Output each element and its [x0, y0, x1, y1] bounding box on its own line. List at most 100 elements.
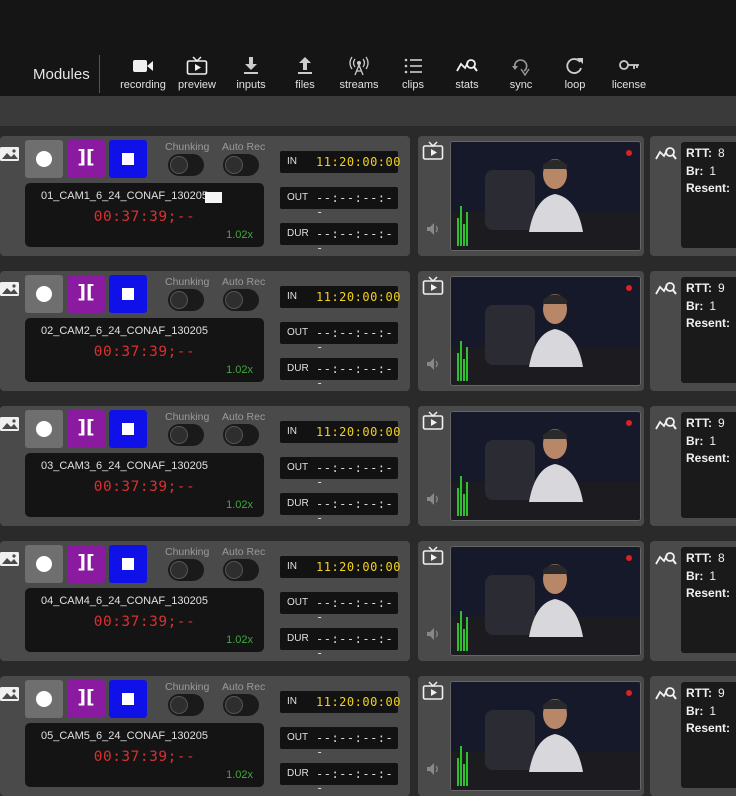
speaker-icon[interactable] — [426, 357, 440, 371]
chunking-toggle[interactable] — [168, 694, 204, 716]
stats-panel: RTT: 9 Br: 1 Resent:1 — [650, 676, 736, 796]
in-point[interactable]: IN 11:20:00:00 — [280, 691, 400, 713]
chart-search-icon[interactable] — [655, 279, 677, 299]
chunking-toggle[interactable] — [168, 289, 204, 311]
br-value: 1 — [709, 164, 717, 178]
speaker-icon[interactable] — [426, 762, 440, 776]
stop-button[interactable] — [109, 545, 147, 583]
audio-meter-bar — [460, 206, 462, 246]
list-icon — [404, 58, 422, 74]
chart-search-icon[interactable] — [655, 144, 677, 164]
channel-row: ][ Chunking Auto Rec 05_CAM5_6_24_CONAF_… — [0, 676, 736, 796]
out-point[interactable]: OUT --:--:--:-- — [280, 187, 398, 219]
in-point[interactable]: IN 11:20:00:00 — [280, 421, 400, 443]
in-point[interactable]: IN 11:20:00:00 — [280, 286, 400, 308]
video-preview[interactable] — [450, 681, 641, 791]
chart-search-icon — [456, 59, 478, 72]
video-preview[interactable] — [450, 276, 641, 386]
stop-button[interactable] — [109, 410, 147, 448]
auto-rec-toggle[interactable] — [223, 289, 259, 311]
auto-rec-toggle[interactable] — [223, 154, 259, 176]
mark-button-symbol: ][ — [77, 551, 95, 573]
nav-preview[interactable]: preview — [167, 56, 227, 91]
tv-icon[interactable] — [422, 546, 444, 566]
chart-search-icon[interactable] — [655, 684, 677, 704]
nav-files[interactable]: files — [275, 56, 335, 91]
record-button[interactable] — [25, 275, 63, 313]
nav-stats[interactable]: stats — [437, 56, 497, 91]
nav-license[interactable]: license — [599, 56, 659, 91]
tv-icon[interactable] — [422, 411, 444, 431]
record-button[interactable] — [25, 680, 63, 718]
mark-button[interactable]: ][ — [67, 410, 105, 448]
image-icon[interactable] — [0, 146, 20, 162]
dur-label: DUR — [287, 768, 309, 779]
image-icon[interactable] — [0, 551, 20, 567]
video-frame-image — [451, 142, 640, 250]
record-button[interactable] — [25, 140, 63, 178]
record-timecode: 00:37:39;-- — [93, 344, 196, 360]
rtt-value: 9 — [718, 281, 725, 295]
out-point[interactable]: OUT --:--:--:-- — [280, 592, 398, 624]
image-icon[interactable] — [0, 281, 20, 297]
toolbar-spacer — [0, 96, 736, 126]
speaker-icon[interactable] — [426, 222, 440, 236]
chart-search-icon[interactable] — [655, 549, 677, 569]
nav-sync[interactable]: sync — [491, 56, 551, 91]
auto-rec-toggle[interactable] — [223, 694, 259, 716]
clip-info: 01_CAM1_6_24_CONAF_130205 00:37:39;-- 1.… — [25, 183, 264, 247]
auto-rec-toggle[interactable] — [223, 559, 259, 581]
chunking-toggle[interactable] — [168, 154, 204, 176]
audio-meter-bar — [457, 218, 459, 246]
chunking-toggle[interactable] — [168, 559, 204, 581]
speaker-icon[interactable] — [426, 627, 440, 641]
chart-search-icon[interactable] — [655, 414, 677, 434]
nav-stats-label: stats — [455, 79, 479, 91]
mark-button[interactable]: ][ — [67, 275, 105, 313]
loop-icon — [566, 58, 583, 74]
key-icon — [619, 60, 639, 70]
in-point[interactable]: IN 11:20:00:00 — [280, 556, 400, 578]
nav-loop[interactable]: loop — [545, 56, 605, 91]
record-button[interactable] — [25, 545, 63, 583]
dur-label: DUR — [287, 498, 309, 509]
stop-button[interactable] — [109, 140, 147, 178]
image-icon[interactable] — [0, 686, 20, 702]
dur-timecode: --:--:--:-- — [316, 497, 394, 525]
speed-indicator: 1.02x — [226, 499, 253, 511]
auto-rec-label: Auto Rec — [222, 681, 266, 693]
record-button[interactable] — [25, 410, 63, 448]
image-icon[interactable] — [0, 416, 20, 432]
out-label: OUT — [287, 597, 309, 608]
mark-button[interactable]: ][ — [67, 545, 105, 583]
br-label: Br: — [686, 299, 704, 313]
auto-rec-toggle[interactable] — [223, 424, 259, 446]
video-preview[interactable] — [450, 546, 641, 656]
nav-inputs[interactable]: inputs — [221, 56, 281, 91]
video-preview[interactable] — [450, 141, 641, 251]
video-preview[interactable] — [450, 411, 641, 521]
stop-button[interactable] — [109, 680, 147, 718]
mark-button[interactable]: ][ — [67, 140, 105, 178]
in-point[interactable]: IN 11:20:00:00 — [280, 151, 400, 173]
stop-button[interactable] — [109, 275, 147, 313]
chunking-toggle[interactable] — [168, 424, 204, 446]
out-point[interactable]: OUT --:--:--:-- — [280, 457, 398, 489]
tv-icon[interactable] — [422, 681, 444, 701]
out-point[interactable]: OUT --:--:--:-- — [280, 727, 398, 759]
rtt-stat: RTT: 9 — [686, 416, 725, 430]
audio-meter-bar — [466, 212, 468, 246]
out-point[interactable]: OUT --:--:--:-- — [280, 322, 398, 354]
tv-icon[interactable] — [422, 276, 444, 296]
nav-clips[interactable]: clips — [383, 56, 443, 91]
mark-button[interactable]: ][ — [67, 680, 105, 718]
in-label: IN — [287, 696, 297, 707]
speaker-icon[interactable] — [426, 492, 440, 506]
nav-streams[interactable]: streams — [329, 56, 389, 91]
audio-meter-bar — [466, 752, 468, 786]
nav-recording[interactable]: recording — [113, 56, 173, 91]
tv-icon[interactable] — [422, 141, 444, 161]
rtt-label: RTT: — [686, 146, 712, 160]
chunking-label: Chunking — [165, 681, 210, 693]
audio-meter-bar — [457, 758, 459, 786]
